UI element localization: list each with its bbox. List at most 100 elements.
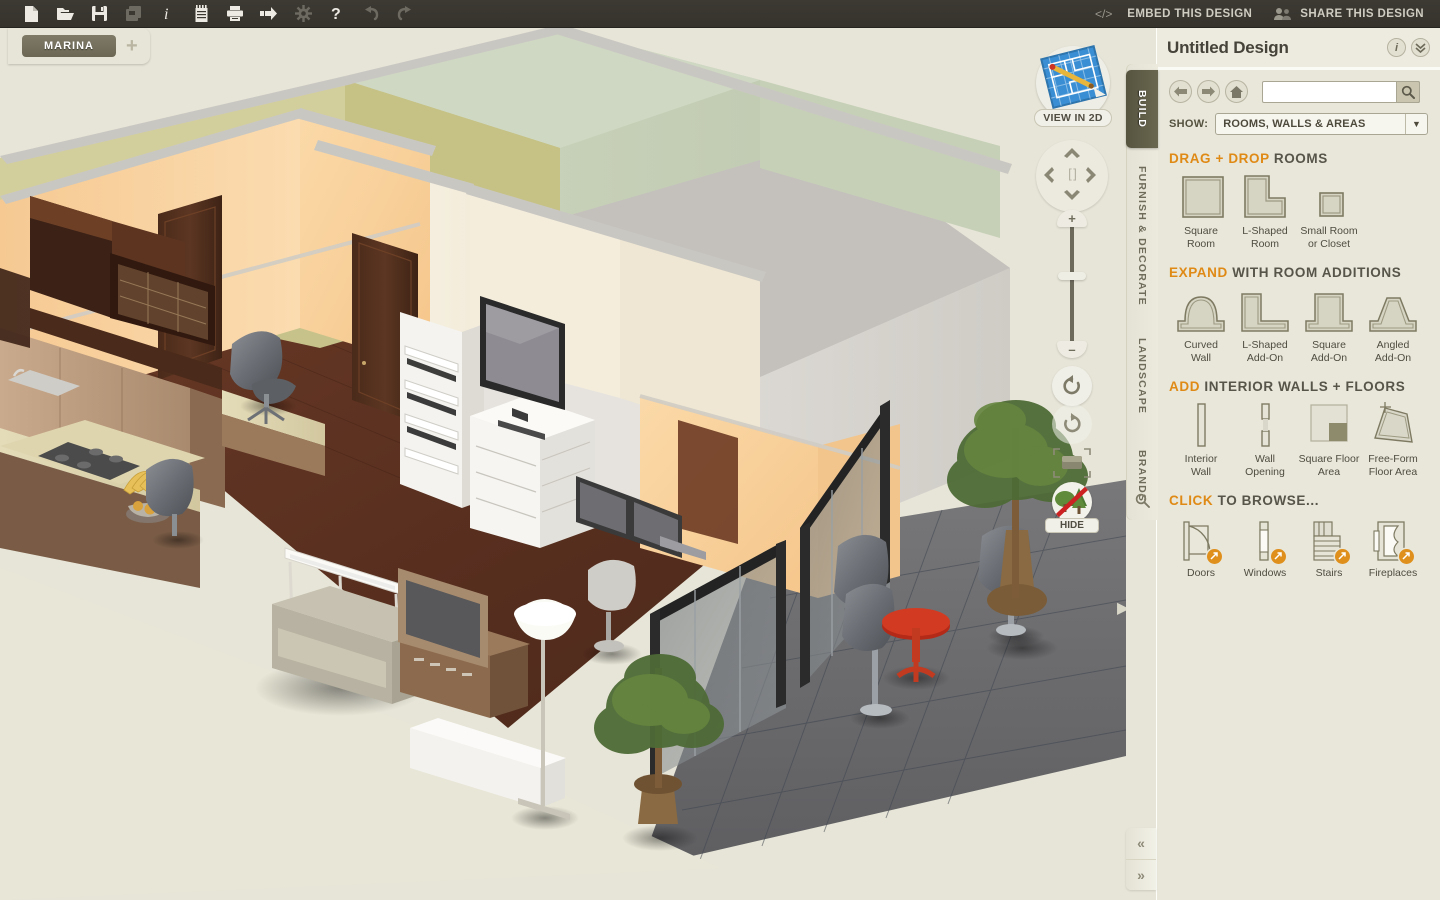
new-document-icon[interactable]	[14, 1, 48, 27]
share-design-button[interactable]: SHARE THIS DESIGN	[1274, 7, 1424, 21]
pan-right-icon[interactable]	[1085, 166, 1097, 189]
item-caption: Small Room or Closet	[1300, 225, 1358, 250]
share-people-icon	[1274, 7, 1292, 21]
help-icon[interactable]: ?	[320, 1, 354, 27]
free-form-floor-icon	[1369, 402, 1417, 448]
item-l-shaped-add-on[interactable]: L-Shaped Add-On	[1233, 288, 1297, 365]
browse-item-list: Doors Windows Stairs Fireplaces	[1169, 516, 1428, 580]
scene-3d-floorplan[interactable]	[0, 28, 1126, 900]
pan-up-icon[interactable]	[1063, 146, 1081, 164]
nav-home-button[interactable]	[1225, 80, 1248, 103]
rotate-right-button[interactable]	[1052, 404, 1092, 444]
chevron-down-icon[interactable]: ▼	[1405, 114, 1427, 134]
canvas-edge-arrow[interactable]: ▶	[1117, 598, 1126, 618]
nav-forward-button[interactable]	[1197, 80, 1220, 103]
item-caption: Windows	[1243, 567, 1287, 579]
item-interior-wall[interactable]: Interior Wall	[1169, 402, 1233, 479]
fireplace-icon	[1370, 516, 1416, 564]
collapse-right-button[interactable]: »	[1126, 860, 1156, 891]
item-free-form-floor-area[interactable]: Free-Form Floor Area	[1361, 402, 1425, 479]
panel-search[interactable]	[1262, 80, 1420, 103]
show-filter-row: SHOW: ROOMS, WALLS & AREAS ▼	[1157, 109, 1440, 147]
document-tab-marina[interactable]: MARINA	[22, 35, 116, 57]
item-caption: Curved Wall	[1184, 339, 1218, 364]
pan-dpad[interactable]: [ ]	[1036, 140, 1108, 212]
section-title-rest: ROOMS	[1269, 151, 1328, 166]
rail-search-icon[interactable]	[1126, 486, 1158, 514]
search-submit-button[interactable]	[1396, 80, 1420, 103]
collapse-left-button[interactable]: «	[1126, 828, 1156, 860]
small-room-icon	[1305, 174, 1353, 220]
interior-wall-icon	[1178, 402, 1224, 448]
snapshot-button[interactable]	[1053, 448, 1091, 478]
zoom-handle[interactable]	[1058, 272, 1086, 280]
browse-badge	[1399, 549, 1414, 564]
nav-back-button[interactable]	[1169, 80, 1192, 103]
show-label: SHOW:	[1169, 118, 1209, 130]
item-caption: Square Room	[1184, 225, 1218, 250]
item-stairs[interactable]: Stairs	[1297, 516, 1361, 580]
design-canvas[interactable]: ▶	[0, 28, 1126, 900]
recenter-view-button[interactable]: [ ]	[1060, 166, 1084, 184]
item-caption: Angled Add-On	[1374, 339, 1412, 364]
item-angled-add-on[interactable]: Angled Add-On	[1361, 288, 1425, 365]
rail-tab-furnish-decorate[interactable]: FURNISH & DECORATE	[1126, 156, 1158, 316]
info-icon[interactable]: i	[150, 1, 184, 27]
curved-wall-icon	[1175, 288, 1227, 334]
tools-panel: Untitled Design i SHOW: ROOMS, WALLS & A…	[1156, 28, 1440, 900]
rotate-left-button[interactable]	[1052, 366, 1092, 406]
rail-tab-build[interactable]: BUILD	[1126, 70, 1158, 148]
search-input[interactable]	[1263, 81, 1391, 102]
square-addon-icon	[1303, 288, 1355, 334]
item-square-add-on[interactable]: Square Add-On	[1297, 288, 1361, 365]
browse-badge	[1207, 549, 1222, 564]
angled-addon-icon	[1367, 288, 1419, 334]
section-title-rest: WITH ROOM ADDITIONS	[1227, 265, 1402, 280]
export-icon[interactable]	[252, 1, 286, 27]
open-folder-icon[interactable]	[48, 1, 82, 27]
section-click-to-browse: CLICK TO BROWSE... Doors Windows Stairs …	[1157, 489, 1440, 590]
additions-item-list: Curved Wall L-Shaped Add-On Square Add-On	[1169, 288, 1428, 365]
item-caption: L-Shaped Room	[1242, 225, 1288, 250]
item-fireplaces[interactable]: Fireplaces	[1361, 516, 1425, 580]
square-room-icon	[1177, 174, 1225, 220]
rail-tab-landscape-label: LANDSCAPE	[1136, 337, 1148, 415]
item-small-room-or-closet[interactable]: Small Room or Closet	[1297, 174, 1361, 251]
floorplan-svg	[0, 28, 1126, 900]
item-l-shaped-room[interactable]: L-Shaped Room	[1233, 174, 1297, 251]
zoom-track[interactable]	[1070, 222, 1074, 350]
document-tab-group: MARINA +	[8, 28, 150, 64]
item-windows[interactable]: Windows	[1233, 516, 1297, 580]
pan-down-icon[interactable]	[1063, 188, 1081, 206]
document-tabbar: MARINA +	[0, 28, 1440, 64]
item-curved-wall[interactable]: Curved Wall	[1169, 288, 1233, 365]
item-wall-opening[interactable]: Wall Opening	[1233, 402, 1297, 479]
hide-landscape-button[interactable]: HIDE	[1045, 482, 1099, 533]
show-select[interactable]: ROOMS, WALLS & AREAS ▼	[1215, 113, 1428, 135]
save-as-icon	[116, 1, 150, 27]
panel-collapse-controls: « »	[1126, 828, 1156, 890]
hide-label: HIDE	[1045, 518, 1099, 533]
rail-tab-furnish-label: FURNISH & DECORATE	[1136, 166, 1148, 306]
add-document-tab-button[interactable]: +	[126, 36, 138, 56]
item-caption: Square Add-On	[1310, 339, 1348, 364]
zoom-slider[interactable]: + –	[1057, 210, 1087, 358]
zoom-out-button[interactable]: –	[1057, 341, 1087, 358]
svg-text:</>: </>	[1095, 8, 1112, 20]
pan-left-icon[interactable]	[1043, 166, 1055, 189]
item-caption: L-Shaped Add-On	[1242, 339, 1288, 364]
section-room-additions: EXPAND WITH ROOM ADDITIONS Curved Wall L-…	[1157, 261, 1440, 375]
l-shaped-addon-icon	[1239, 288, 1291, 334]
item-square-floor-area[interactable]: Square Floor Area	[1297, 402, 1361, 479]
notes-icon[interactable]	[184, 1, 218, 27]
item-caption: Free-Form Floor Area	[1368, 453, 1418, 478]
print-icon[interactable]	[218, 1, 252, 27]
save-icon[interactable]	[82, 1, 116, 27]
item-doors[interactable]: Doors	[1169, 516, 1233, 580]
zoom-in-button[interactable]: +	[1057, 210, 1087, 227]
item-square-room[interactable]: Square Room	[1169, 174, 1233, 251]
rail-tab-landscape[interactable]: LANDSCAPE	[1126, 322, 1158, 430]
embed-design-button[interactable]: </> EMBED THIS DESIGN	[1095, 8, 1252, 20]
section-title-rest: INTERIOR WALLS + FLOORS	[1200, 379, 1406, 394]
code-brackets-icon: </>	[1095, 8, 1119, 20]
